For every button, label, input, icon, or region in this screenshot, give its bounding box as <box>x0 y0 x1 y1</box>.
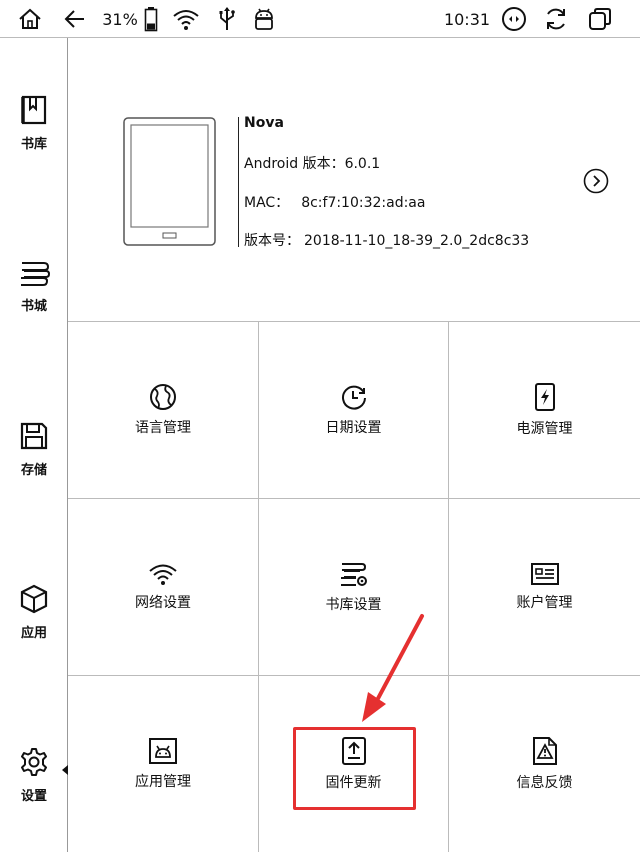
book-stack-icon <box>18 259 51 291</box>
sidebar-item-label: 应用 <box>20 625 47 641</box>
books-gear-icon <box>338 560 370 588</box>
tile-account[interactable]: 账户管理 <box>449 499 640 676</box>
globe-icon <box>149 383 177 411</box>
build-number-label: 版本号： <box>244 233 300 249</box>
tile-label: 书库设置 <box>325 597 382 613</box>
clock-time: 10:31 <box>443 9 491 29</box>
tile-label: 应用管理 <box>135 774 191 790</box>
sidebar: 书库 书城 存储 应用 设置 <box>0 38 68 852</box>
back-arrow-icon[interactable] <box>60 0 90 38</box>
mac-address-row: MAC： 8c:f7:10:32:ad:aa <box>244 192 425 212</box>
tile-language[interactable]: 语言管理 <box>68 322 259 499</box>
android-icon <box>148 737 178 765</box>
tile-label: 固件更新 <box>325 775 382 791</box>
settings-grid: 语言管理 日期设置 电源管理 网络设置 书库设置 账户管理 应用管理 固件更新 … <box>68 322 640 852</box>
usb-icon <box>214 0 240 38</box>
sidebar-item-library[interactable]: 书库 <box>0 83 68 163</box>
firmware-upload-icon <box>341 736 367 766</box>
sidebar-item-label: 设置 <box>20 788 47 804</box>
android-version-label: Android 版本： <box>244 156 345 172</box>
sidebar-item-storage[interactable]: 存储 <box>0 409 68 489</box>
tile-label: 语言管理 <box>135 420 191 436</box>
mac-address-label: MAC： <box>244 195 290 211</box>
refresh-icon[interactable] <box>540 0 572 38</box>
sidebar-item-apps[interactable]: 应用 <box>0 572 68 652</box>
warning-feedback-icon <box>532 736 558 766</box>
battery-lightning-icon <box>533 382 557 412</box>
sidebar-item-label: 存储 <box>20 462 47 478</box>
sidebar-item-settings[interactable]: 设置 <box>0 735 68 815</box>
battery-percent: 31% <box>102 9 138 29</box>
battery-icon <box>140 0 162 38</box>
floppy-disk-icon <box>19 421 49 455</box>
tile-label: 电源管理 <box>516 421 573 437</box>
android-version-row: Android 版本：6.0.1 <box>244 153 380 173</box>
sidebar-item-label: 书库 <box>20 136 47 152</box>
wifi-icon <box>148 562 178 586</box>
page-turn-icon[interactable] <box>498 0 530 38</box>
device-info-panel[interactable]: Nova Android 版本：6.0.1 MAC： 8c:f7:10:32:ad… <box>68 38 640 322</box>
id-card-icon <box>530 562 560 586</box>
clock-icon <box>340 383 368 411</box>
tile-label: 账户管理 <box>516 595 573 611</box>
tile-network[interactable]: 网络设置 <box>68 499 259 676</box>
tile-app-management[interactable]: 应用管理 <box>68 676 259 852</box>
cube-icon <box>19 584 49 618</box>
device-model: Nova <box>244 115 284 131</box>
wifi-status-icon <box>170 0 202 38</box>
tile-library-settings[interactable]: 书库设置 <box>259 499 449 676</box>
mac-address-value: 8c:f7:10:32:ad:aa <box>301 195 426 211</box>
build-number-row: 版本号： 2018-11-10_18-39_2.0_2dc8c33 <box>244 230 529 250</box>
android-version-value: 6.0.1 <box>344 156 381 172</box>
tile-date[interactable]: 日期设置 <box>259 322 449 499</box>
tile-label: 日期设置 <box>325 420 382 436</box>
tile-label: 网络设置 <box>135 595 191 611</box>
gear-icon <box>19 747 49 781</box>
home-icon[interactable] <box>14 0 46 38</box>
multitask-icon[interactable] <box>584 0 616 38</box>
tile-power[interactable]: 电源管理 <box>449 322 640 499</box>
info-divider <box>238 117 239 247</box>
tile-firmware-update[interactable]: 固件更新 <box>259 676 449 852</box>
sidebar-item-store[interactable]: 书城 <box>0 246 68 326</box>
ereader-device-icon <box>123 117 216 246</box>
android-debug-icon <box>250 0 278 38</box>
sidebar-item-label: 书城 <box>20 298 47 314</box>
bookmark-book-icon <box>20 95 48 129</box>
build-number-value: 2018-11-10_18-39_2.0_2dc8c33 <box>304 233 530 249</box>
tile-label: 信息反馈 <box>516 775 573 791</box>
tile-feedback[interactable]: 信息反馈 <box>449 676 640 852</box>
chevron-right-icon[interactable] <box>583 168 609 194</box>
status-bar: 31% 10:31 <box>0 0 640 38</box>
